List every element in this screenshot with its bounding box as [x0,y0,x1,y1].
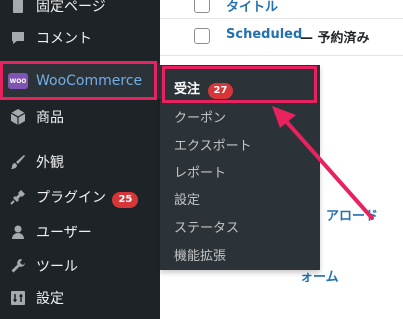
post-title-link[interactable]: Scheduled [226,27,302,42]
sidebar-item-label: プラグイン 25 [36,187,139,208]
submenu-item-export[interactable]: エクスポート [174,135,252,154]
sidebar-item-label: 設定 [36,291,64,307]
sidebar-item-label: コメント [36,31,92,47]
sidebar-item-tools[interactable]: ツール [0,248,160,284]
user-icon [8,222,28,242]
paintbrush-icon [8,152,28,172]
submenu-item-status[interactable]: ステータス [174,217,239,236]
post-title-link[interactable]: タイトル [226,0,278,15]
sidebar-item-label: ツール [36,259,78,275]
sidebar-item-settings[interactable]: 設定 [0,280,160,316]
sidebar-item-text: プラグイン [36,189,106,206]
post-status: — 予約済み [300,31,370,46]
sidebar-item-label: 商品 [36,110,64,126]
submenu-item-reports[interactable]: レポート [174,162,226,181]
pages-icon [8,0,28,16]
sidebar-item-label: ユーザー [36,225,92,241]
submenu-item-coupons[interactable]: クーポン [174,107,226,126]
row-checkbox[interactable] [194,0,210,13]
sidebar-item-label: 外観 [36,155,64,171]
update-count-badge: 25 [112,191,139,208]
post-title-link[interactable]: アロード [326,205,378,224]
plugin-icon [8,187,28,207]
row-checkbox[interactable] [194,28,210,44]
row-divider [160,18,403,19]
sidebar-item-users[interactable]: ユーザー [0,214,160,250]
woocommerce-highlight-box [0,61,157,100]
submenu-item-extensions[interactable]: 機能拡張 [174,245,226,264]
sidebar-item-appearance[interactable]: 外観 [0,144,160,180]
comment-icon [8,28,28,48]
admin-sidebar: 固定ページ コメント WOO WooCommerce 商品 外観 プラグイン 2… [0,0,160,319]
wrench-icon [8,256,28,276]
sidebar-item-plugins[interactable]: プラグイン 25 [0,179,160,215]
sidebar-item-products[interactable]: 商品 [0,99,160,135]
submenu-item-settings[interactable]: 設定 [174,189,200,208]
sidebar-item-comments[interactable]: コメント [0,20,160,56]
settings-icon [8,288,28,308]
orders-highlight-box [162,66,317,103]
sidebar-item-label: 固定ページ [36,0,106,15]
box-icon [8,107,28,127]
row-divider [160,55,403,56]
